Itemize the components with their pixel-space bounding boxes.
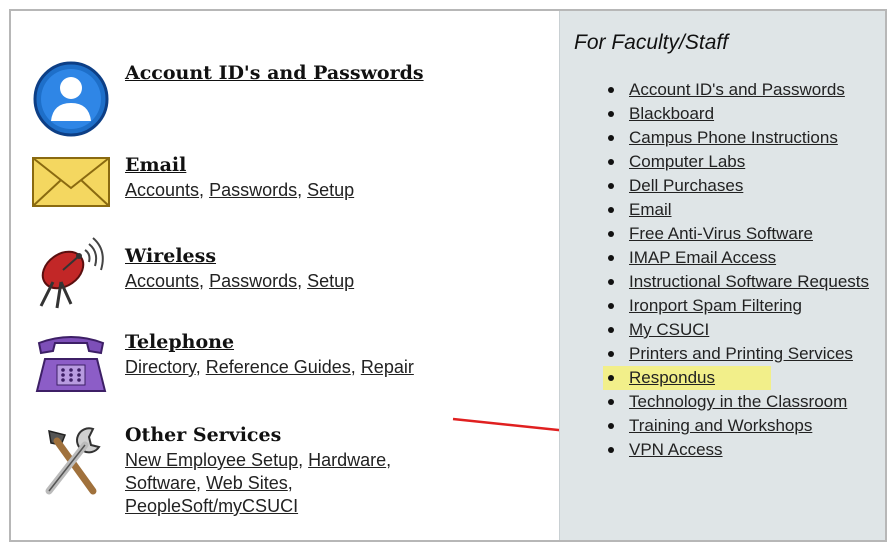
list-item: Blackboard bbox=[603, 102, 893, 126]
wireless-setup-link[interactable]: Setup bbox=[307, 271, 354, 291]
other-services-title: Other Services bbox=[125, 424, 282, 446]
list-item: Technology in the Classroom bbox=[603, 390, 893, 414]
telephone-title-link[interactable]: Telephone bbox=[125, 331, 234, 353]
list-item-highlighted: Respondus bbox=[603, 366, 771, 390]
email-title-link[interactable]: Email bbox=[125, 154, 186, 176]
list-item: Ironport Spam Filtering bbox=[603, 294, 893, 318]
account-ids-title-link[interactable]: Account ID's and Passwords bbox=[125, 62, 424, 84]
faculty-link-respondus[interactable]: Respondus bbox=[629, 368, 715, 387]
faculty-link-anti-virus[interactable]: Free Anti-Virus Software bbox=[629, 224, 813, 243]
telephone-icon bbox=[31, 329, 111, 409]
telephone-links: Directory, Reference Guides, Repair bbox=[125, 357, 414, 377]
faculty-staff-panel: For Faculty/Staff Account ID's and Passw… bbox=[559, 11, 885, 540]
faculty-link-dell-purchases[interactable]: Dell Purchases bbox=[629, 176, 743, 195]
faculty-staff-list: Account ID's and Passwords Blackboard Ca… bbox=[603, 78, 893, 462]
list-item: Email bbox=[603, 198, 893, 222]
list-item: Account ID's and Passwords bbox=[603, 78, 893, 102]
list-item: Free Anti-Virus Software bbox=[603, 222, 893, 246]
faculty-link-printers[interactable]: Printers and Printing Services bbox=[629, 344, 853, 363]
faculty-link-blackboard[interactable]: Blackboard bbox=[629, 104, 714, 123]
email-setup-link[interactable]: Setup bbox=[307, 180, 354, 200]
list-item: Printers and Printing Services bbox=[603, 342, 893, 366]
web-sites-link[interactable]: Web Sites bbox=[206, 473, 288, 493]
hardware-link[interactable]: Hardware bbox=[308, 450, 386, 470]
wireless-title-link[interactable]: Wireless bbox=[125, 245, 216, 267]
telephone-reference-guides-link[interactable]: Reference Guides bbox=[206, 357, 351, 377]
list-item: My CSUCI bbox=[603, 318, 893, 342]
other-services-links: New Employee Setup, Hardware, Software, … bbox=[125, 450, 392, 516]
new-employee-setup-link[interactable]: New Employee Setup bbox=[125, 450, 298, 470]
wireless-accounts-link[interactable]: Accounts bbox=[125, 271, 199, 291]
software-link[interactable]: Software bbox=[125, 473, 196, 493]
faculty-link-my-csuci[interactable]: My CSUCI bbox=[629, 320, 709, 339]
faculty-link-imap[interactable]: IMAP Email Access bbox=[629, 248, 776, 267]
wireless-passwords-link[interactable]: Passwords bbox=[209, 271, 297, 291]
faculty-link-email[interactable]: Email bbox=[629, 200, 672, 219]
faculty-link-campus-phone[interactable]: Campus Phone Instructions bbox=[629, 128, 838, 147]
list-item: Training and Workshops bbox=[603, 414, 893, 438]
services-pane: Account ID's and Passwords Email Account… bbox=[11, 11, 599, 540]
list-item: IMAP Email Access bbox=[603, 246, 893, 270]
faculty-link-vpn[interactable]: VPN Access bbox=[629, 440, 723, 459]
email-passwords-link[interactable]: Passwords bbox=[209, 180, 297, 200]
wireless-links: Accounts, Passwords, Setup bbox=[125, 271, 355, 291]
telephone-repair-link[interactable]: Repair bbox=[361, 357, 414, 377]
peoplesoft-link[interactable]: PeopleSoft/myCSUCI bbox=[125, 496, 298, 516]
list-item: Dell Purchases bbox=[603, 174, 893, 198]
list-item: Campus Phone Instructions bbox=[603, 126, 893, 150]
faculty-link-account-ids[interactable]: Account ID's and Passwords bbox=[629, 80, 845, 99]
envelope-icon bbox=[31, 154, 111, 210]
tools-icon bbox=[31, 421, 111, 501]
user-icon bbox=[31, 59, 111, 139]
faculty-link-ironport[interactable]: Ironport Spam Filtering bbox=[629, 296, 802, 315]
content-frame: Account ID's and Passwords Email Account… bbox=[9, 9, 887, 542]
telephone-directory-link[interactable]: Directory bbox=[125, 357, 196, 377]
faculty-link-technology-classroom[interactable]: Technology in the Classroom bbox=[629, 392, 847, 411]
list-item: Instructional Software Requests bbox=[603, 270, 893, 294]
list-item: VPN Access bbox=[603, 438, 893, 462]
email-links: Accounts, Passwords, Setup bbox=[125, 180, 355, 200]
list-item: Computer Labs bbox=[603, 150, 893, 174]
email-accounts-link[interactable]: Accounts bbox=[125, 180, 199, 200]
satellite-dish-icon bbox=[31, 236, 111, 316]
faculty-link-training[interactable]: Training and Workshops bbox=[629, 416, 812, 435]
faculty-staff-title: For Faculty/Staff bbox=[574, 31, 729, 54]
faculty-link-computer-labs[interactable]: Computer Labs bbox=[629, 152, 745, 171]
faculty-link-instructional-software[interactable]: Instructional Software Requests bbox=[629, 272, 869, 291]
